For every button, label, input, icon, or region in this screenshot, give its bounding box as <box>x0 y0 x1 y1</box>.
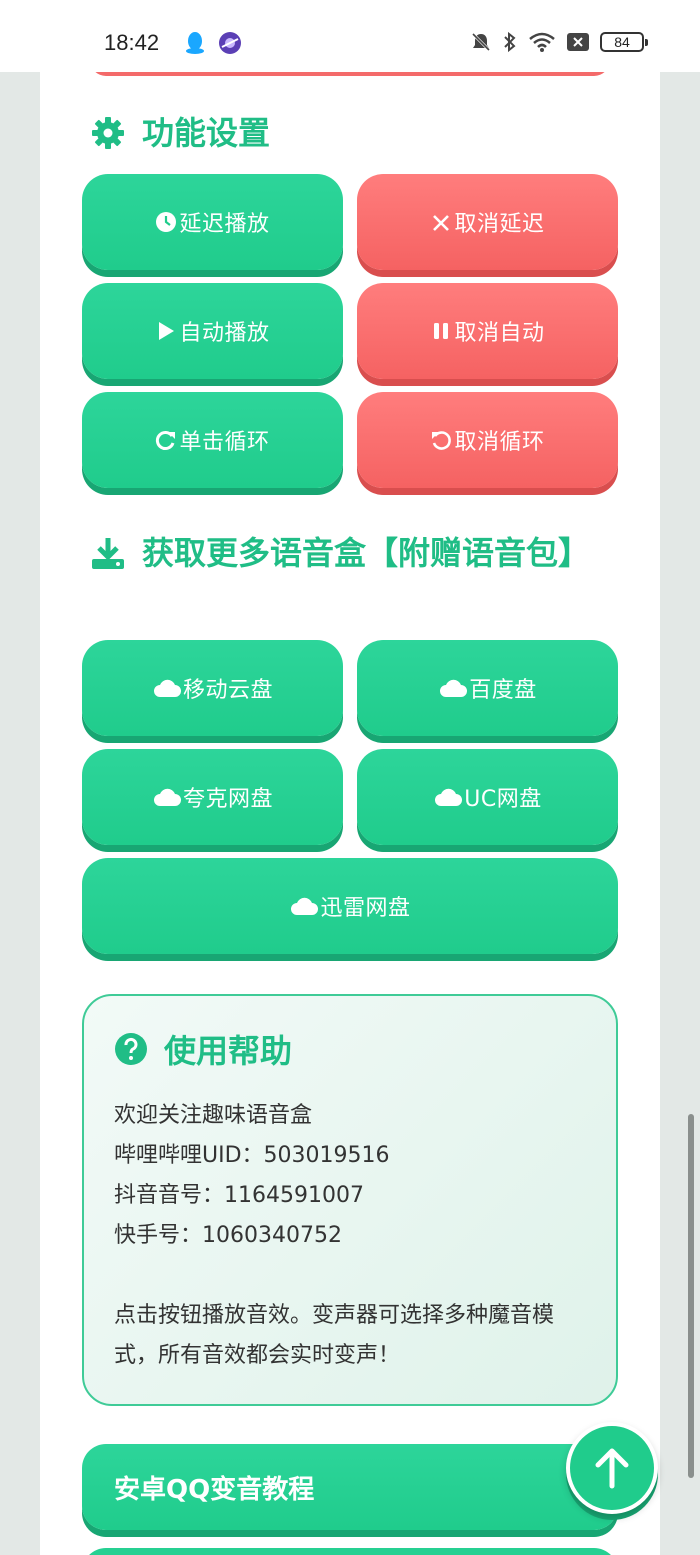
gear-icon <box>92 117 124 149</box>
app-icon <box>219 32 241 54</box>
quark-pan-button[interactable]: 夸克网盘 <box>82 749 343 845</box>
help-title: 使用帮助 <box>114 1026 292 1072</box>
cancel-auto-button[interactable]: 取消自动 <box>357 283 618 379</box>
delay-play-button[interactable]: 延迟播放 <box>82 174 343 270</box>
button-label: 取消循环 <box>454 430 545 455</box>
help-paragraph: 点击按钮播放音效。变声器可选择多种魔音模式，所有音效都会实时变声！ <box>114 1303 555 1368</box>
button-label: 百度盘 <box>469 678 537 703</box>
auto-play-button[interactable]: 自动播放 <box>82 283 343 379</box>
help-card: 使用帮助 欢迎关注趣味语音盒 哔哩哔哩UID：503019516 抖音音号：11… <box>82 994 618 1406</box>
section-title-text: 功能设置 <box>142 114 271 152</box>
download-icon <box>92 538 124 569</box>
battery-icon: 84 <box>600 32 648 52</box>
button-label: 移动云盘 <box>182 678 273 703</box>
button-label: 自动播放 <box>179 321 270 346</box>
button-label: 延迟播放 <box>179 212 270 237</box>
x-icon <box>433 215 450 231</box>
help-body: 欢迎关注趣味语音盒 哔哩哔哩UID：503019516 抖音音号：1164591… <box>114 1096 594 1376</box>
button-label: 单击循环 <box>179 430 270 455</box>
click-loop-button[interactable]: 单击循环 <box>82 392 343 488</box>
next-button-edge[interactable] <box>82 1548 618 1555</box>
button-label: 取消延迟 <box>454 212 545 237</box>
scroll-to-top-button[interactable] <box>566 1422 658 1514</box>
redo-icon <box>156 431 176 450</box>
android-qq-tutorial-button[interactable]: 安卓QQ变音教程 <box>82 1444 618 1530</box>
xunlei-pan-button[interactable]: 迅雷网盘 <box>82 858 618 954</box>
baidu-pan-button[interactable]: 百度盘 <box>357 640 618 736</box>
qq-icon <box>186 32 204 54</box>
cloud-icon <box>291 897 319 915</box>
status-time: 18:42 <box>104 30 160 55</box>
cloud-icon <box>435 788 463 806</box>
undo-icon <box>432 431 452 450</box>
page-card: 功能设置 延迟播放 取消延迟 自动播放 取消自动 单击循环 取消循环 获取更多语… <box>40 72 660 1555</box>
button-label: 取消自动 <box>454 321 545 346</box>
help-title-text: 使用帮助 <box>164 1032 293 1070</box>
mute-icon <box>471 32 491 52</box>
button-label: 夸克网盘 <box>182 787 273 812</box>
clock-icon <box>156 212 177 232</box>
help-line-kuaishou: 快手号：1060340752 <box>114 1223 342 1248</box>
help-line-douyin: 抖音音号：1164591007 <box>114 1183 364 1208</box>
wifi-icon <box>529 32 555 52</box>
cloud-icon <box>440 679 468 697</box>
button-label: UC网盘 <box>464 787 542 812</box>
cloud-icon <box>153 679 181 697</box>
status-bar: 18:42 84 <box>0 0 700 72</box>
pause-icon <box>434 323 449 339</box>
section-title-text: 获取更多语音盒【附赠语音包】 <box>142 534 591 572</box>
help-line-bilibili: 哔哩哔哩UID：503019516 <box>114 1143 390 1168</box>
button-label: 安卓QQ变音教程 <box>114 1474 315 1505</box>
button-label: 迅雷网盘 <box>320 896 411 921</box>
function-settings-title: 功能设置 <box>90 110 270 156</box>
arrow-up-icon <box>595 1448 629 1489</box>
previous-button-edge[interactable] <box>90 72 610 76</box>
scrollbar[interactable] <box>688 1114 694 1478</box>
help-line-welcome: 欢迎关注趣味语音盒 <box>114 1103 313 1128</box>
cloud-icon <box>153 788 181 806</box>
uc-pan-button[interactable]: UC网盘 <box>357 749 618 845</box>
cancel-delay-button[interactable]: 取消延迟 <box>357 174 618 270</box>
bluetooth-icon <box>504 31 516 53</box>
get-more-title: 获取更多语音盒【附赠语音包】 <box>90 530 590 576</box>
close-box-icon <box>567 33 589 51</box>
question-circle-icon <box>115 1033 147 1065</box>
play-icon <box>159 322 175 340</box>
cancel-loop-button[interactable]: 取消循环 <box>357 392 618 488</box>
mobile-cloud-button[interactable]: 移动云盘 <box>82 640 343 736</box>
